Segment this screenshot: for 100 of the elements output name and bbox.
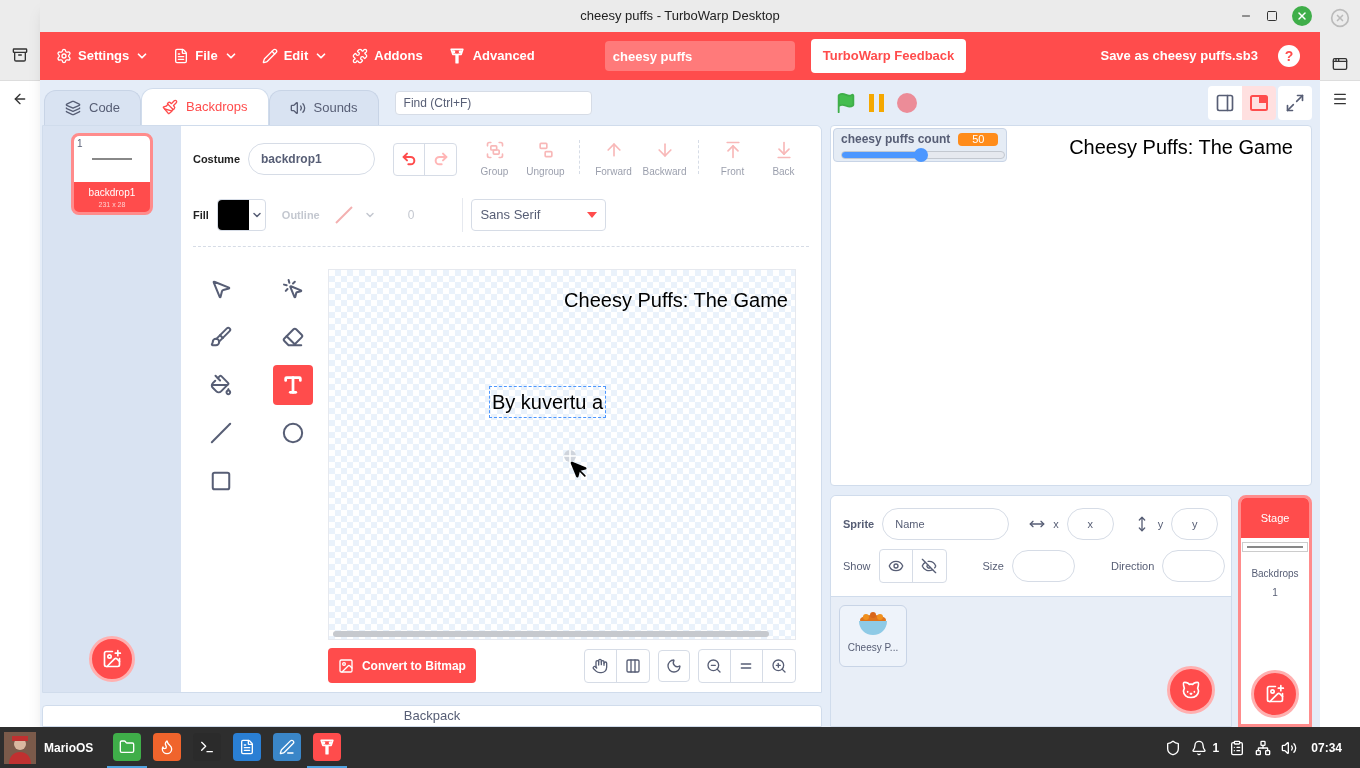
network-icon[interactable] [1255, 739, 1272, 756]
zoom-in-icon [770, 657, 787, 674]
y-field[interactable]: y [1171, 508, 1219, 540]
menu-item[interactable]: Addons [344, 32, 431, 80]
fill-label: Fill [192, 207, 209, 223]
save-status: Save as cheesy puffs.sb3 [1100, 47, 1258, 66]
color-swatch [217, 200, 249, 230]
monitor-slider[interactable] [841, 151, 1005, 159]
eye-off-icon [921, 558, 938, 574]
sprite-tile[interactable]: Cheesy P... [839, 605, 907, 667]
caret-icon [587, 212, 598, 218]
clock: 07:34 [1311, 739, 1342, 757]
normal-stage-icon [1249, 92, 1269, 113]
menu-icon[interactable] [1332, 91, 1348, 107]
project-title-field[interactable]: cheesy puffs [604, 41, 795, 71]
shield-icon[interactable] [1164, 739, 1181, 756]
small-stage-button[interactable] [1208, 85, 1242, 120]
x-field[interactable]: x [1066, 508, 1114, 540]
paint-bucket-icon [209, 374, 232, 396]
help-button[interactable]: ? [1278, 45, 1300, 67]
redo-icon [432, 151, 449, 167]
close-icon [1296, 10, 1308, 22]
cursor-icon [568, 460, 589, 480]
speaker-icon[interactable] [1281, 739, 1298, 756]
costume-name-field[interactable]: backdrop1 [248, 143, 375, 175]
cat-icon [1181, 680, 1201, 700]
menu-item[interactable]: File [165, 32, 246, 80]
crosshair-icon [561, 448, 578, 464]
group-icon [484, 139, 505, 160]
speaker-icon [289, 100, 306, 116]
find-field[interactable]: Find (Ctrl+F) [394, 91, 592, 115]
eraser-icon [281, 326, 304, 348]
menu-item[interactable]: Edit [253, 32, 337, 80]
show-label: Show [843, 558, 871, 574]
horizontal-scrollbar[interactable] [332, 631, 769, 637]
costume-number: 1 [76, 137, 83, 151]
add-backdrop-button[interactable] [88, 636, 135, 682]
sprite-name: Cheesy P... [847, 641, 899, 655]
text-tool[interactable] [272, 365, 313, 405]
settings-icon [56, 48, 72, 64]
fill-color-picker[interactable] [216, 199, 266, 231]
monitor-value: 50 [958, 132, 999, 146]
image-plus-icon [1265, 684, 1285, 704]
font-dropdown[interactable]: Sans Serif [471, 199, 607, 231]
size-field[interactable] [1011, 550, 1075, 582]
window-title: cheesy puffs - TurboWarp Desktop [580, 7, 780, 26]
sprite-label: Sprite [843, 516, 875, 532]
costume-name: backdrop1 [87, 186, 137, 200]
avatar-icon [4, 731, 36, 764]
convert-to-bitmap-button[interactable]: Convert to Bitmap [327, 648, 476, 683]
start-button[interactable]: MarioOS [0, 727, 98, 768]
drawing-canvas[interactable]: Cheesy Puffs: The Game By kuvertu a [327, 269, 796, 640]
bell-icon[interactable] [1190, 739, 1207, 756]
feedback-button[interactable]: TurboWarp Feedback [810, 39, 967, 73]
editor-tab[interactable]: Backdrops [141, 88, 269, 125]
costume-label: Costume [192, 151, 240, 167]
archive-icon[interactable] [12, 47, 28, 63]
stage-thumbnail [1242, 542, 1308, 552]
fullscreen-button[interactable] [1278, 85, 1312, 120]
blocks-icon [65, 100, 81, 116]
dark-mode-button[interactable] [657, 649, 690, 682]
editor-tab[interactable]: Code [44, 90, 142, 125]
close-button[interactable] [1292, 6, 1312, 26]
backdrops-label: Backdrops [1251, 567, 1299, 581]
line-icon [209, 422, 232, 444]
undo-icon [401, 151, 417, 167]
slider-thumb[interactable] [914, 148, 929, 162]
document-icon [173, 48, 190, 64]
eye-icon [887, 558, 904, 574]
maximize-icon[interactable] [1266, 10, 1278, 22]
canvas-text[interactable]: By kuvertu a [488, 386, 607, 418]
stage-text: Cheesy Puffs: The Game [1069, 135, 1293, 160]
add-sprite-button[interactable] [1167, 666, 1215, 714]
menu-item[interactable]: Settings [48, 32, 158, 80]
hand-icon [592, 657, 609, 674]
paintbrush-icon [162, 99, 179, 115]
pointer-with-node-icon [281, 278, 304, 300]
menu-item[interactable]: Advanced [438, 32, 543, 80]
pencil-icon [261, 48, 278, 64]
editor-tab[interactable]: Sounds [268, 90, 379, 125]
outline-width-value: 0 [407, 207, 415, 224]
clipboard-icon[interactable] [1229, 739, 1246, 756]
x-label: x [1053, 516, 1059, 532]
add-backdrop-button[interactable] [1251, 670, 1299, 718]
normal-stage-button[interactable] [1242, 85, 1276, 120]
window-icon[interactable] [1332, 56, 1348, 72]
stage-selector[interactable]: Stage Backdrops 1 [1238, 495, 1312, 727]
brush-icon [209, 326, 232, 348]
direction-label: Direction [1110, 558, 1155, 574]
cheese-puff-bowl-icon [857, 610, 889, 638]
notification-count: 1 [1212, 739, 1220, 757]
direction-field[interactable] [1162, 550, 1226, 582]
backpack-header[interactable]: Backpack [42, 705, 822, 727]
zoom-out-icon [706, 657, 723, 674]
y-label: y [1157, 516, 1164, 532]
puzzle-icon [352, 48, 369, 64]
canvas-text[interactable]: Cheesy Puffs: The Game [561, 284, 791, 316]
image-icon [337, 657, 354, 674]
stage[interactable]: cheesy puffs count 50 Cheesy Puffs: The Game [830, 125, 1312, 486]
sprite-name-field[interactable]: Name [882, 508, 1010, 540]
